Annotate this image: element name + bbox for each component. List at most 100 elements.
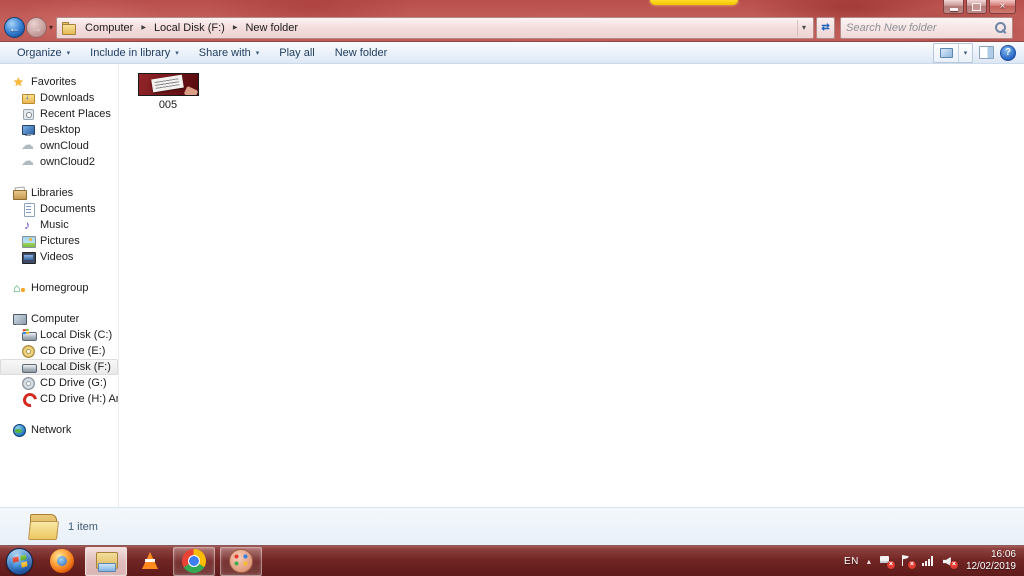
address-dropdown[interactable]: ▾ <box>797 19 810 36</box>
chevron-down-icon: ▾ <box>255 49 260 57</box>
toolbar-button-organize[interactable]: Organize ▾ <box>8 45 79 61</box>
taskbar-app-vlc[interactable] <box>132 547 168 576</box>
libraries-icon <box>12 186 27 200</box>
taskbar-app-explorer[interactable] <box>85 546 127 576</box>
sidebar-item-music[interactable]: Music <box>0 217 118 233</box>
chevron-down-icon: ▾ <box>66 49 71 57</box>
system-tray: EN ▴ 16:06 12/02/2019 <box>844 549 1018 574</box>
file-item-005[interactable]: 005 <box>136 73 200 111</box>
sidebar-item-owncloud2[interactable]: ownCloud2 <box>0 154 118 170</box>
back-button[interactable]: ← <box>4 17 25 38</box>
clock-time: 16:06 <box>990 548 1016 560</box>
breadcrumb-new-folder[interactable]: New folder <box>239 20 304 36</box>
sidebar-section: Favorites Downloads Recent Places Deskto… <box>0 74 118 170</box>
minimize-icon <box>949 7 958 11</box>
sidebar-item-favorites[interactable]: Favorites <box>0 74 118 90</box>
folder-down-icon <box>21 91 36 105</box>
restore-button[interactable] <box>966 0 987 14</box>
disk-win-icon <box>21 328 37 342</box>
sidebar-item-label: Music <box>40 219 69 231</box>
sidebar-item-label: ownCloud <box>40 140 89 152</box>
toolbar-left: Organize ▾ Include in library ▾ Share wi… <box>8 45 396 61</box>
start-button[interactable] <box>6 547 33 575</box>
forward-arrow-icon: → <box>30 20 43 35</box>
folder-icon <box>62 21 77 35</box>
sidebar-item-downloads[interactable]: Downloads <box>0 90 118 106</box>
item-count: 1 item <box>68 520 98 533</box>
sidebar-item-label: Recent Places <box>40 108 111 120</box>
action-center-error-icon[interactable] <box>900 554 916 569</box>
device-error-icon[interactable] <box>879 554 895 569</box>
toolbar-button-play-all[interactable]: Play all <box>270 45 323 61</box>
sidebar-item-homegroup[interactable]: Homegroup <box>0 280 118 296</box>
details-pane: 1 item <box>0 507 1024 545</box>
toolbar-button-include-in-library[interactable]: Include in library ▾ <box>81 45 188 61</box>
window-chrome: × ← → ▾ Computer ▶ Local Disk (F:) ▶ New fol… <box>0 0 1024 42</box>
forward-button[interactable]: → <box>26 17 47 38</box>
taskbar-app-firefox[interactable] <box>44 547 80 576</box>
refresh-icon: ⇄ <box>821 22 830 33</box>
sidebar-item-cd-drive-g[interactable]: CD Drive (G:) <box>0 375 118 391</box>
file-list[interactable]: 005 <box>119 64 1024 507</box>
sidebar-item-label: Downloads <box>40 92 95 104</box>
sidebar-item-label: Local Disk (F:) <box>40 361 111 373</box>
taskbar-app-paint[interactable] <box>220 546 262 576</box>
sidebar-item-label: ownCloud2 <box>40 156 96 168</box>
taskbar-app-chrome[interactable] <box>173 546 215 576</box>
search-input[interactable] <box>846 21 995 34</box>
cloud-icon <box>21 138 36 153</box>
window-controls: × <box>943 0 1016 14</box>
sidebar-item-label: CD Drive (E:) <box>40 345 106 357</box>
help-button[interactable]: ? <box>1000 44 1016 61</box>
language-indicator[interactable]: EN <box>844 556 859 567</box>
close-button[interactable]: × <box>989 0 1016 14</box>
sidebar-item-local-disk-c[interactable]: Local Disk (C:) <box>0 327 118 343</box>
refresh-button[interactable]: ⇄ <box>816 16 836 39</box>
sidebar-item-pictures[interactable]: Pictures <box>0 233 118 249</box>
sidebar-item-owncloud[interactable]: ownCloud <box>0 138 118 154</box>
sidebar-item-cd-drive-h-andro[interactable]: CD Drive (H:) Andro <box>0 391 118 407</box>
taskbar-apps <box>44 546 262 576</box>
sidebar-item-computer[interactable]: Computer <box>0 311 118 327</box>
cd-gold-icon <box>21 344 36 358</box>
views-split-button: ▾ <box>933 42 973 63</box>
breadcrumb-computer[interactable]: Computer <box>79 20 139 36</box>
restore-icon <box>972 2 981 11</box>
sidebar-item-label: Libraries <box>31 187 74 199</box>
thumbnail-paper <box>150 74 184 93</box>
minimize-button[interactable] <box>943 0 964 14</box>
recent-icon <box>21 107 36 121</box>
sidebar-item-videos[interactable]: Videos <box>0 249 118 265</box>
navigation-pane: Favorites Downloads Recent Places Deskto… <box>0 64 119 507</box>
toolbar-button-share-with[interactable]: Share with ▾ <box>190 45 269 61</box>
chevron-down-icon: ▾ <box>175 49 179 57</box>
toolbar-button-new-folder[interactable]: New folder <box>326 45 397 61</box>
sidebar-item-cd-drive-e[interactable]: CD Drive (E:) <box>0 343 118 359</box>
thumbnail-hand <box>183 85 198 95</box>
views-dropdown[interactable]: ▾ <box>958 43 972 62</box>
toolbar-button-label: Share with <box>198 46 251 59</box>
hidden-icons-arrow[interactable]: ▴ <box>867 557 871 566</box>
preview-pane-button[interactable] <box>979 46 994 59</box>
search-box[interactable] <box>840 16 1014 39</box>
sidebar-item-documents[interactable]: Documents <box>0 201 118 217</box>
explorer-main: Favorites Downloads Recent Places Deskto… <box>0 64 1024 507</box>
network-signal-icon[interactable] <box>921 554 935 568</box>
sidebar-item-recent-places[interactable]: Recent Places <box>0 106 118 122</box>
clock[interactable]: 16:06 12/02/2019 <box>966 549 1016 574</box>
explorer-window: × ← → ▾ Computer ▶ Local Disk (F:) ▶ New fol… <box>0 0 1024 545</box>
sidebar-item-label: CD Drive (H:) Andro <box>40 393 118 405</box>
change-view-button[interactable] <box>934 44 958 62</box>
sidebar-item-label: Network <box>31 424 72 436</box>
sidebar-item-desktop[interactable]: Desktop <box>0 122 118 138</box>
sidebar-item-local-disk-f[interactable]: Local Disk (F:) <box>0 359 118 375</box>
sidebar-item-network[interactable]: Network <box>0 422 118 438</box>
breadcrumb-local-disk-f[interactable]: Local Disk (F:) <box>148 20 231 36</box>
address-bar[interactable]: Computer ▶ Local Disk (F:) ▶ New folder ▾ <box>56 16 815 39</box>
folder-icon <box>28 513 59 541</box>
volume-muted-icon[interactable] <box>942 554 958 569</box>
sidebar-item-libraries[interactable]: Libraries <box>0 185 118 201</box>
sidebar-section: Computer Local Disk (C:) CD Drive (E:) L… <box>0 311 118 407</box>
breadcrumb-separator-icon: ▶ <box>141 25 146 31</box>
recent-pages-dropdown[interactable]: ▾ <box>47 23 56 32</box>
